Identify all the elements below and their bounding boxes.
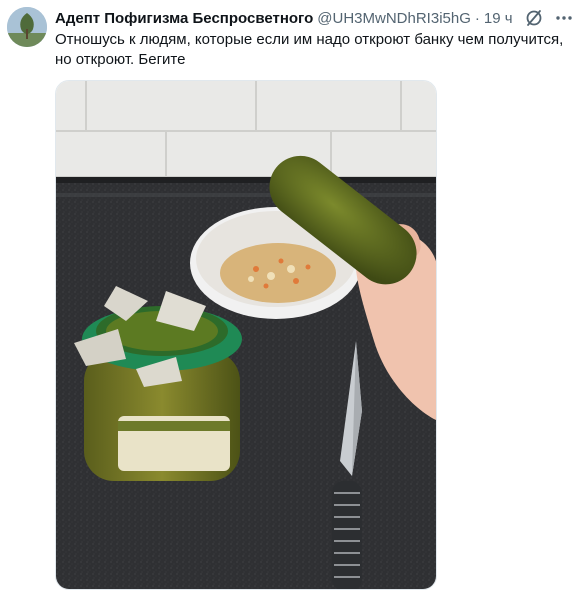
tweet-text: Отношусь к людям, которые если им надо о… [55, 31, 564, 68]
more-icon[interactable] [554, 8, 574, 28]
tweet-header: Адепт Пофигизма Беспросветного @UH3MwNDh… [55, 8, 572, 28]
avatar-image [7, 7, 47, 47]
user-handle[interactable]: @UH3MwNDhRI3i5hG [317, 10, 471, 27]
display-name[interactable]: Адепт Пофигизма Беспросветного [55, 10, 313, 27]
tweet: Адепт Пофигизма Беспросветного @UH3MwNDh… [0, 0, 582, 590]
timestamp[interactable]: 19 ч [484, 10, 513, 27]
grok-icon[interactable] [524, 8, 544, 28]
tweet-photo[interactable] [55, 80, 437, 590]
separator: · [474, 9, 480, 27]
avatar[interactable] [7, 7, 47, 47]
photo-pickles [56, 81, 436, 589]
